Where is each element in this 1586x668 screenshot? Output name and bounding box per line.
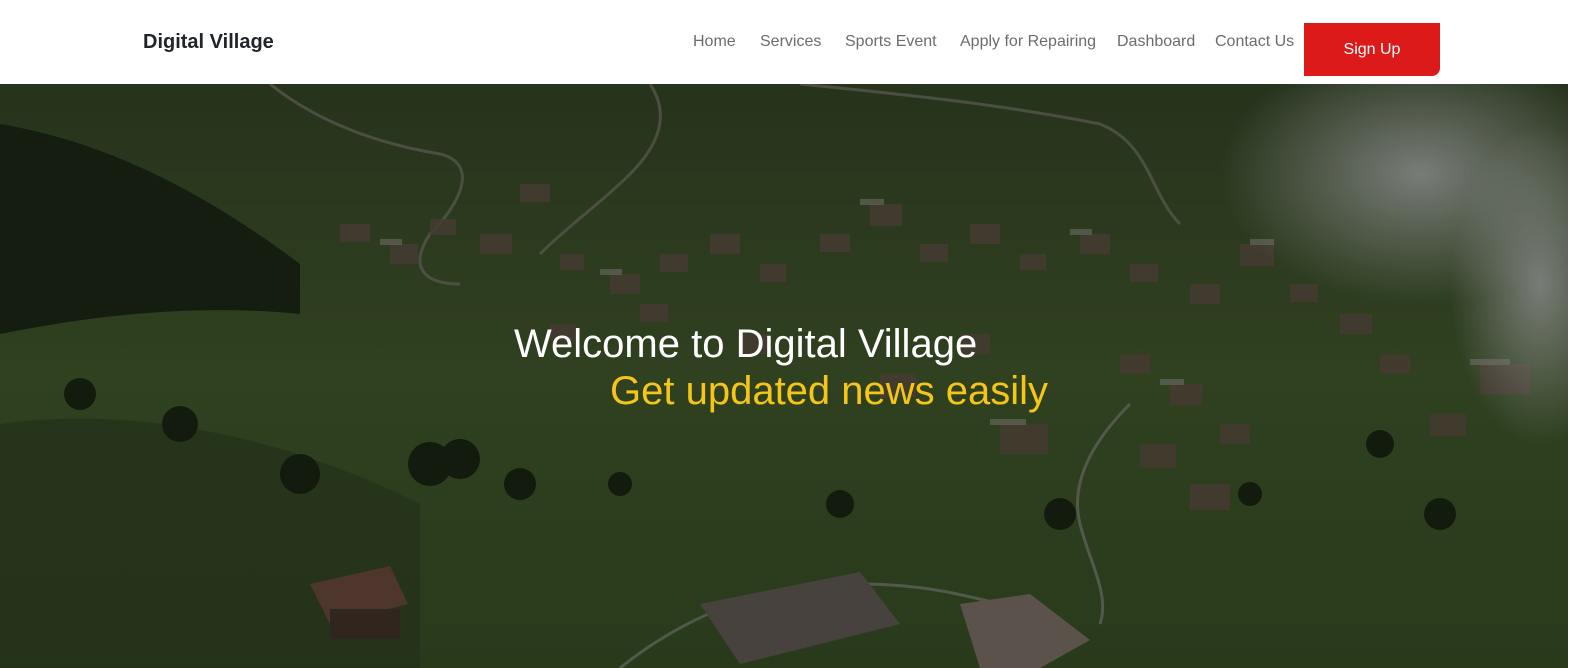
nav-link-contact-us[interactable]: Contact Us — [1215, 33, 1294, 51]
hero-section: Welcome to Digital Village Get updated n… — [0, 84, 1568, 668]
hero-subtitle: Get updated news easily — [610, 369, 1049, 413]
nav-link-sports-event[interactable]: Sports Event — [845, 33, 937, 51]
vertical-scrollbar[interactable] — [1568, 0, 1586, 668]
nav-link-home[interactable]: Home — [693, 33, 736, 51]
sign-up-button[interactable]: Sign Up — [1304, 23, 1440, 76]
nav-link-apply-for-repairing[interactable]: Apply for Repairing — [960, 33, 1096, 51]
brand-logo[interactable]: Digital Village — [143, 31, 274, 54]
nav-link-services[interactable]: Services — [760, 33, 821, 51]
nav-link-dashboard[interactable]: Dashboard — [1117, 33, 1195, 51]
navbar: Digital Village Home Services Sports Eve… — [0, 0, 1568, 84]
hero-title: Welcome to Digital Village — [514, 322, 978, 366]
